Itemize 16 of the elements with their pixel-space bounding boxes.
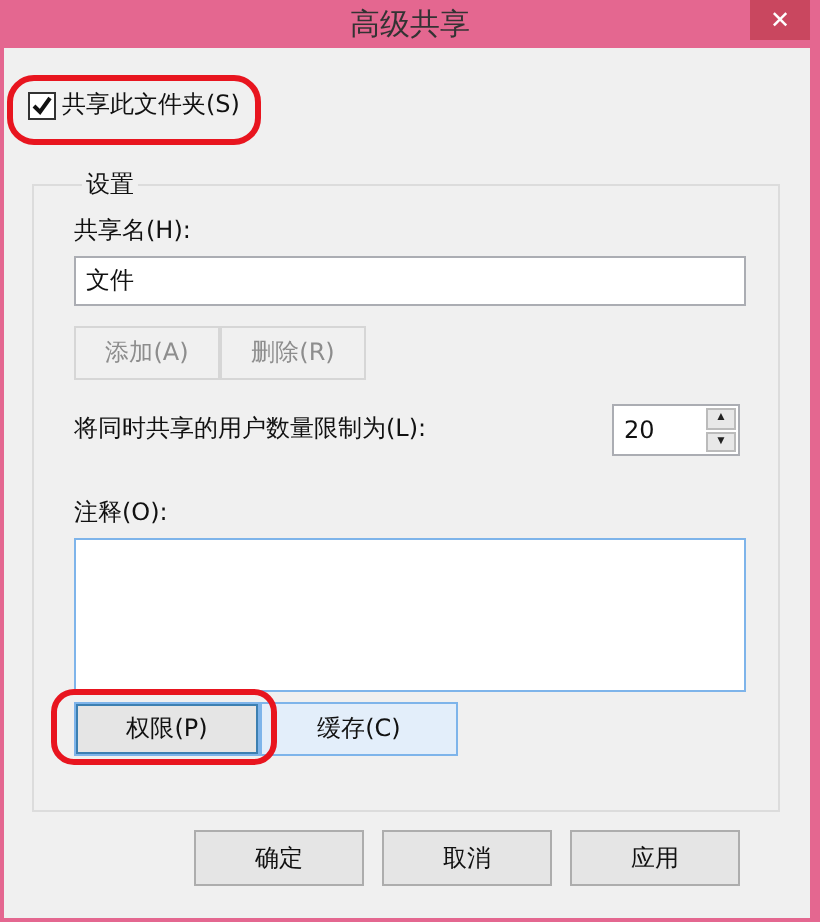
comment-field[interactable] bbox=[74, 538, 746, 692]
cache-button[interactable]: 缓存(C) bbox=[260, 702, 458, 756]
cancel-button[interactable]: 取消 bbox=[382, 830, 552, 886]
group-legend: 设置 bbox=[82, 168, 138, 202]
comment-label: 注释(O): bbox=[74, 496, 170, 530]
checkbox[interactable] bbox=[28, 91, 56, 119]
close-button[interactable]: ✕ bbox=[750, 0, 810, 40]
check-icon bbox=[32, 95, 52, 115]
window-title: 高级共享 bbox=[350, 5, 470, 43]
share-name-field[interactable]: 文件 bbox=[74, 256, 746, 306]
share-name-label: 共享名(H): bbox=[74, 214, 193, 248]
permissions-button[interactable]: 权限(P) bbox=[74, 702, 260, 756]
apply-button[interactable]: 应用 bbox=[570, 830, 740, 886]
share-folder-checkbox[interactable]: 共享此文件夹(S) bbox=[28, 88, 782, 122]
ok-button[interactable]: 确定 bbox=[194, 830, 364, 886]
user-limit-label: 将同时共享的用户数量限制为(L): bbox=[74, 412, 427, 446]
